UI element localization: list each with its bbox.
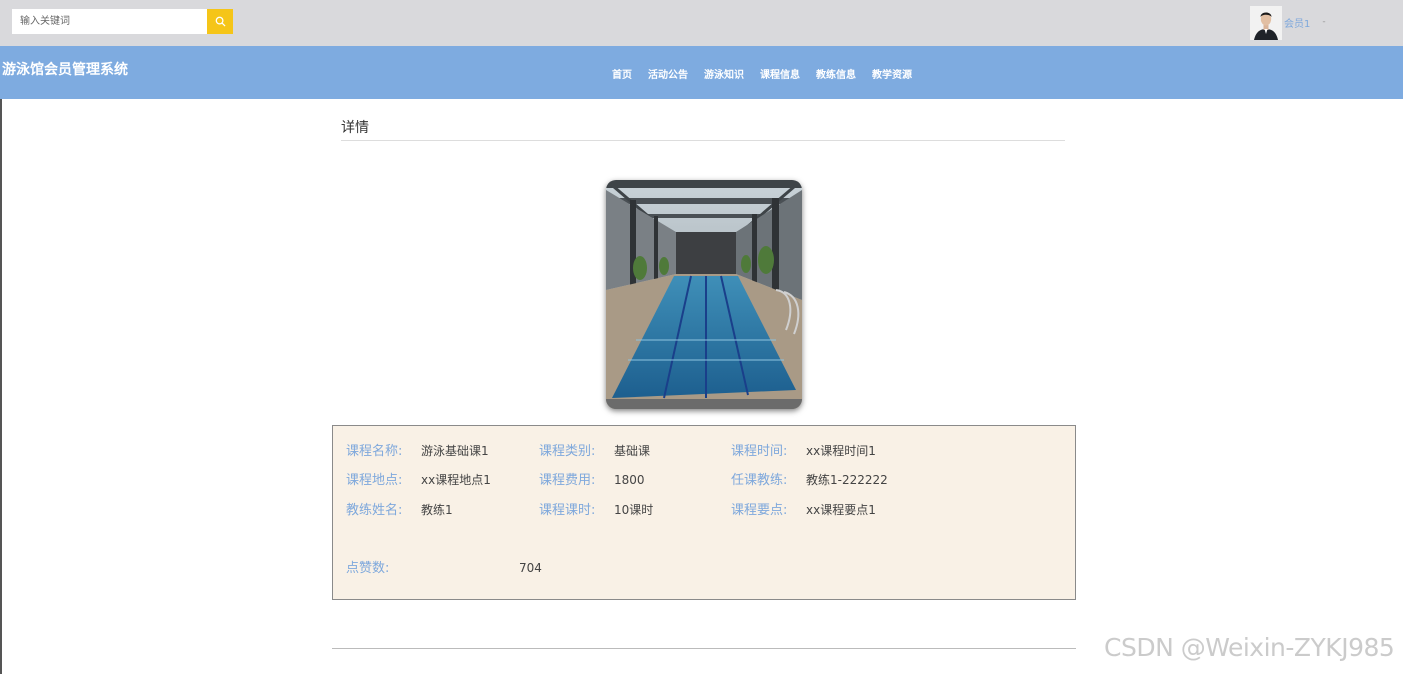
- field-label: 点赞数:: [346, 561, 390, 576]
- window-left-border: [0, 0, 2, 674]
- course-image: [606, 180, 802, 409]
- avatar[interactable]: [1250, 6, 1282, 40]
- field-label: 课程课时:: [539, 503, 596, 518]
- field-value: 教练1: [421, 503, 453, 517]
- field-label: 课程时间:: [731, 444, 788, 459]
- search-bar: [12, 9, 233, 34]
- field-label: 课程要点:: [731, 503, 788, 518]
- field-value: 教练1-222222: [806, 473, 888, 487]
- like-count: 704: [519, 561, 542, 575]
- nav-item-swimming-knowledge[interactable]: 游泳知识: [704, 66, 744, 81]
- field-value: xx课程地点1: [421, 473, 491, 487]
- field-label: 课程名称:: [346, 444, 403, 459]
- top-bar: 会员1 -: [0, 0, 1403, 46]
- field-coach-name: 教练姓名: 教练1: [346, 499, 453, 518]
- field-value: 基础课: [614, 444, 651, 458]
- nav-item-courses[interactable]: 课程信息: [760, 66, 800, 81]
- field-course-location: 课程地点: xx课程地点1: [346, 469, 491, 488]
- search-button[interactable]: [207, 9, 233, 34]
- field-value: 10课时: [614, 503, 654, 517]
- field-value: xx课程时间1: [806, 444, 876, 458]
- field-likes: 点赞数: 704: [346, 557, 542, 576]
- nav-bar: 游泳馆会员管理系统 首页 活动公告 游泳知识 课程信息 教练信息 教学资源: [0, 46, 1403, 99]
- title-divider: [341, 140, 1065, 141]
- field-label: 任课教练:: [731, 473, 788, 488]
- search-icon: [215, 16, 226, 27]
- watermark: CSDN @Weixin-ZYKJ985: [1104, 633, 1395, 662]
- field-course-name: 课程名称: 游泳基础课1: [346, 440, 489, 459]
- nav-item-announcements[interactable]: 活动公告: [648, 66, 688, 81]
- field-course-hours: 课程课时: 10课时: [539, 499, 653, 518]
- field-label: 课程费用:: [539, 473, 596, 488]
- site-title: 游泳馆会员管理系统: [2, 62, 128, 78]
- course-details-panel: 课程名称: 游泳基础课1 课程类别: 基础课 课程时间: xx课程时间1 课程地…: [332, 425, 1076, 600]
- bottom-divider: [332, 648, 1076, 649]
- field-label: 课程类别:: [539, 444, 596, 459]
- field-value: xx课程要点1: [806, 503, 876, 517]
- field-assigned-coach: 任课教练: 教练1-222222: [731, 469, 888, 488]
- field-value: 1800: [614, 473, 645, 487]
- field-label: 课程地点:: [346, 473, 403, 488]
- field-course-key-points: 课程要点: xx课程要点1: [731, 499, 876, 518]
- nav-item-home[interactable]: 首页: [612, 66, 632, 81]
- field-course-category: 课程类别: 基础课: [539, 440, 650, 459]
- nav-item-resources[interactable]: 教学资源: [872, 66, 912, 81]
- page-title: 详情: [341, 120, 369, 136]
- main-nav: 首页 活动公告 游泳知识 课程信息 教练信息 教学资源: [612, 66, 928, 81]
- nav-item-coaches[interactable]: 教练信息: [816, 66, 856, 81]
- username[interactable]: 会员1: [1284, 15, 1310, 30]
- field-course-fee: 课程费用: 1800: [539, 469, 645, 488]
- field-label: 教练姓名:: [346, 503, 403, 518]
- user-menu[interactable]: 会员1 -: [1250, 6, 1326, 40]
- field-course-time: 课程时间: xx课程时间1: [731, 440, 876, 459]
- user-dropdown-caret[interactable]: -: [1322, 17, 1325, 27]
- field-value: 游泳基础课1: [421, 444, 489, 458]
- search-input[interactable]: [12, 9, 207, 34]
